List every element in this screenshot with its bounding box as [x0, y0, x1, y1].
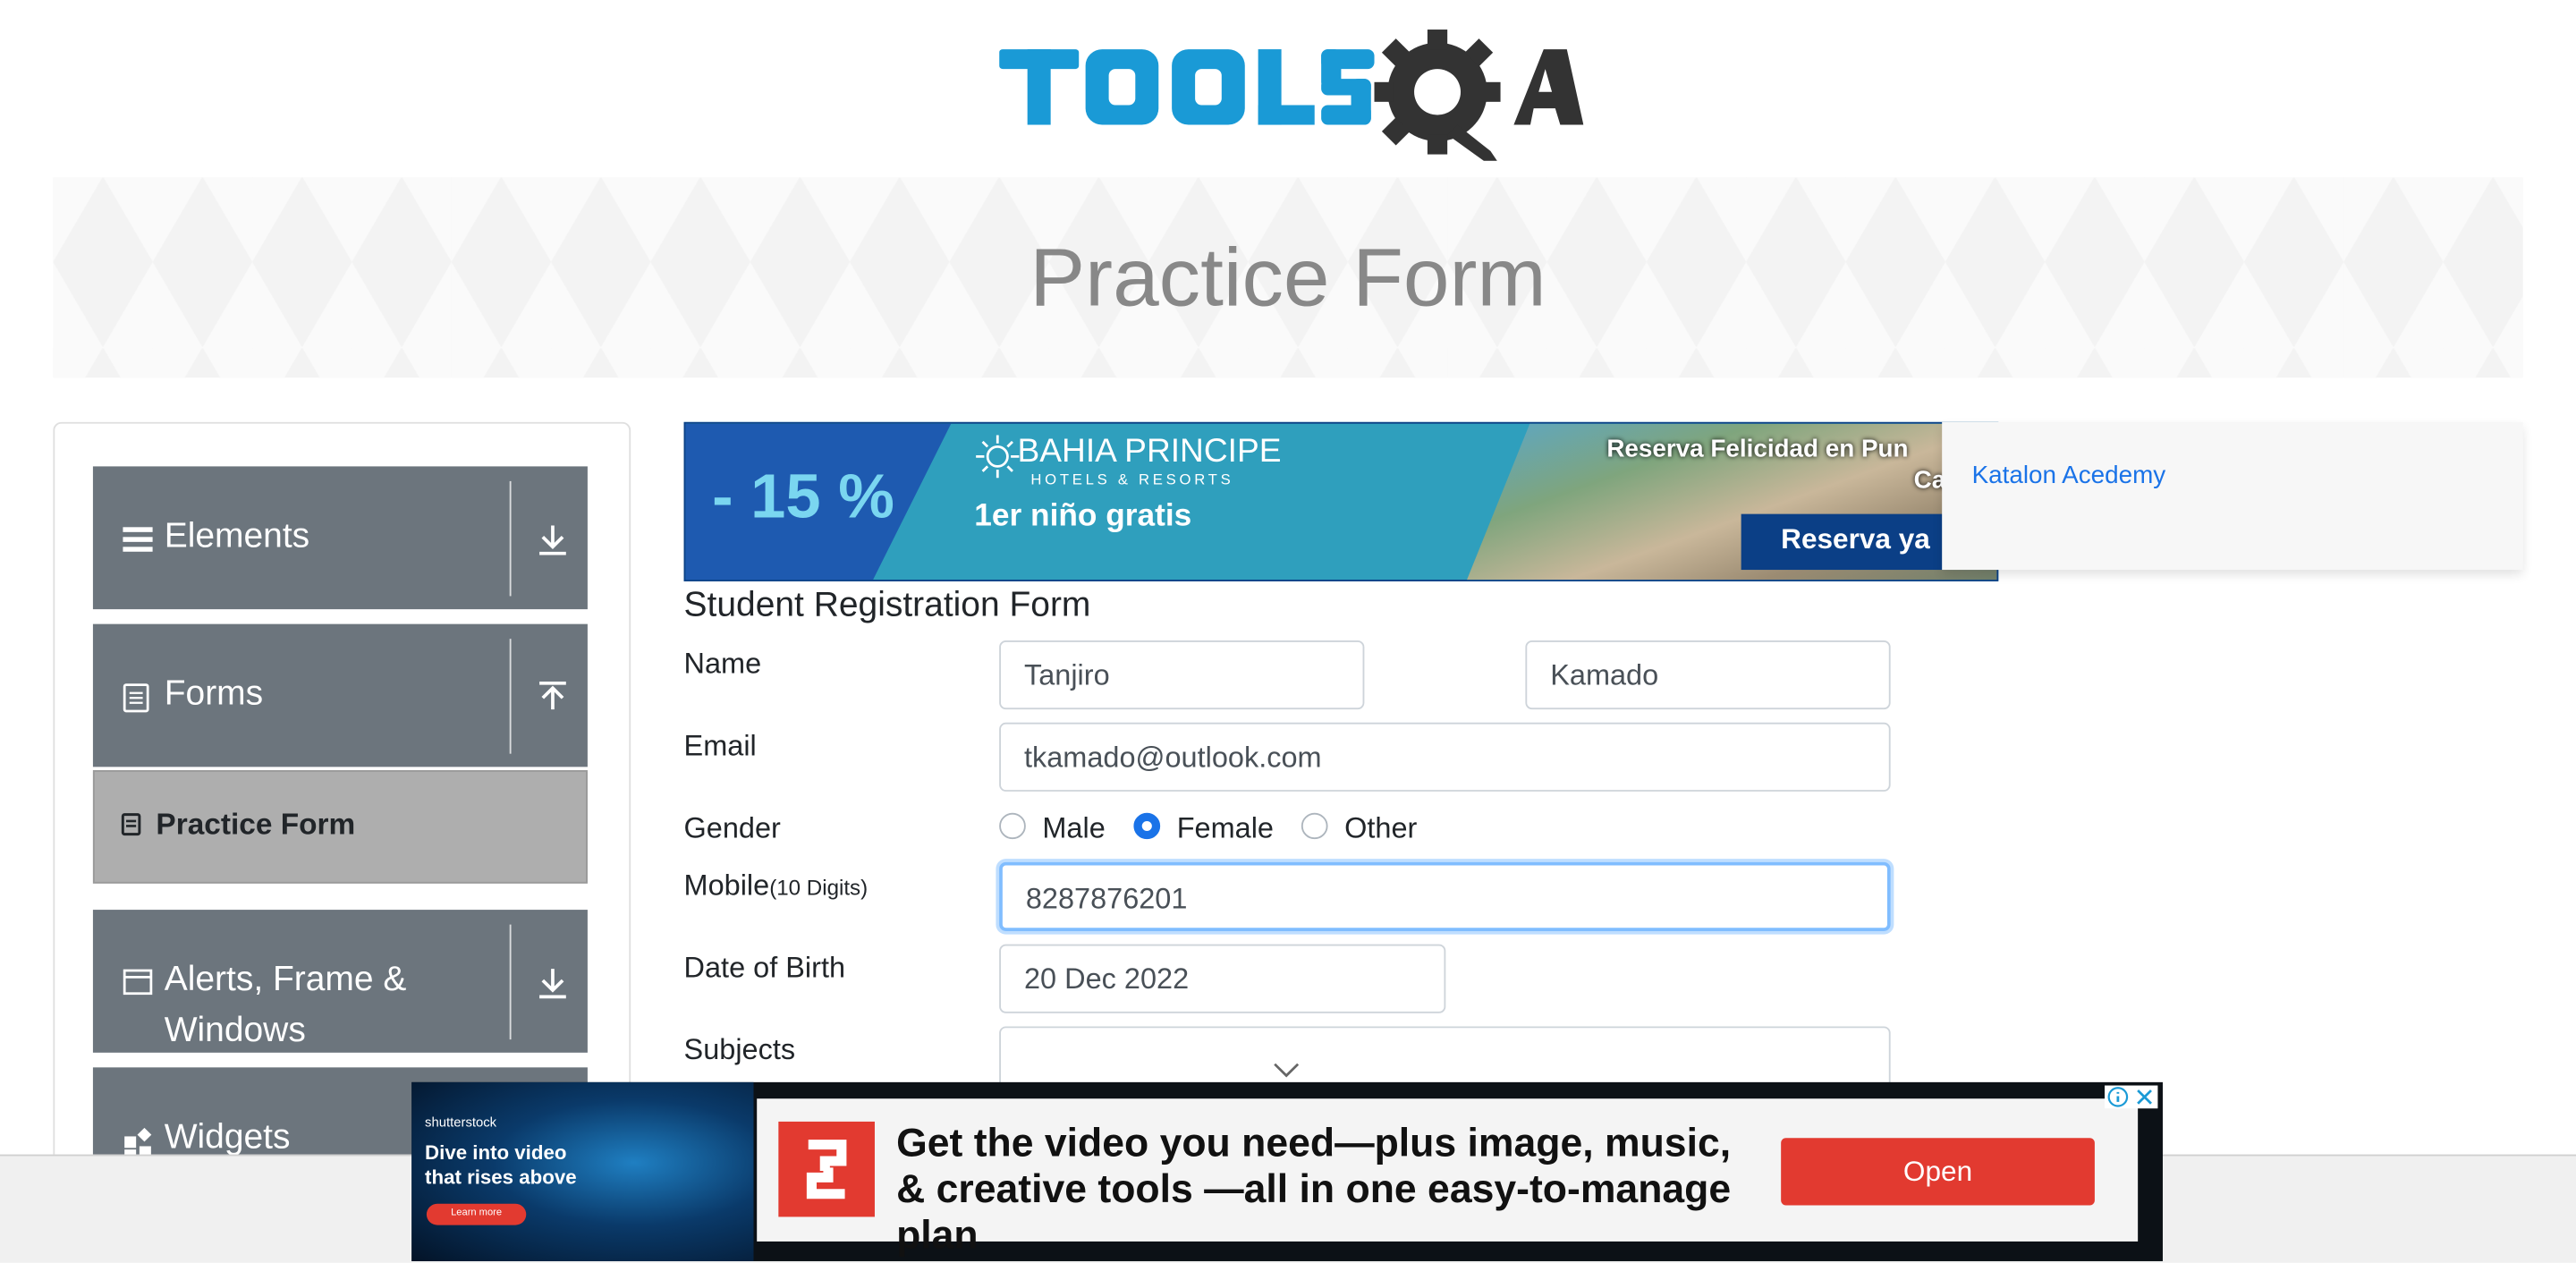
toolsqa-logo[interactable]: [999, 30, 1584, 161]
date-of-birth-input[interactable]: 20 Dec 2022: [999, 944, 1446, 1013]
ad-brand: shutterstock: [425, 1115, 497, 1131]
first-name-input[interactable]: Tanjiro: [999, 640, 1365, 710]
sidebar-item-practice-form[interactable]: Practice Form: [92, 770, 588, 884]
name-label: Name: [683, 647, 762, 681]
shutterstock-ad[interactable]: shutterstock Dive into video that rises …: [411, 1081, 2163, 1261]
window-icon: [123, 969, 153, 1004]
gender-option-other[interactable]: Other: [1344, 811, 1417, 846]
mobile-hint: (10 Digits): [769, 875, 869, 901]
sidebar-group-elements[interactable]: Elements: [92, 466, 588, 610]
ad-discount: - 15 %: [712, 462, 894, 532]
ad-diver-image: shutterstock Dive into video that rises …: [411, 1081, 754, 1261]
shutterstock-logo-icon: [778, 1121, 875, 1217]
sidebar-group-forms[interactable]: Forms: [92, 623, 588, 767]
document-icon: [123, 683, 149, 721]
download-arrow-icon: [538, 524, 567, 565]
sidebar-group-label: Alerts, Frame &: [164, 961, 407, 999]
divider: [509, 924, 512, 1040]
gender-radio-female[interactable]: [1133, 812, 1161, 840]
katalon-ad: Katalon Acedemy: [1942, 421, 2523, 571]
mobile-input[interactable]: 8287876201: [999, 861, 1891, 931]
ad-learn-more-button[interactable]: Learn more: [426, 1203, 527, 1225]
download-arrow-icon: [538, 967, 567, 1008]
upload-arrow-icon: [538, 681, 567, 723]
subjects-label: Subjects: [683, 1032, 796, 1066]
ad-brand-sub: HOTELS & RESORTS: [1030, 470, 1234, 488]
form-icon: [121, 813, 141, 844]
sidebar-group-alerts-frame-windows[interactable]: Alerts, Frame & Windows: [92, 910, 588, 1053]
email-label: Email: [683, 729, 757, 762]
divider: [509, 480, 512, 597]
sun-logo-icon: [974, 434, 1021, 488]
sidebar-group-label: Forms: [164, 674, 264, 713]
sidebar: Elements Forms Practice Form Alerts, Fra…: [53, 421, 631, 1182]
page-header-banner: Practice Form: [53, 177, 2523, 378]
ad-open-button[interactable]: Open: [1781, 1138, 2095, 1206]
ad-headline: Get the video you need—plus image, music…: [896, 1121, 1732, 1259]
gender-radio-male[interactable]: [999, 812, 1026, 840]
gender-radio-other[interactable]: [1301, 812, 1328, 840]
ad-tagline: Dive into video that rises above: [425, 1140, 577, 1190]
ad-brand: BAHIA PRINCIPE: [1017, 433, 1282, 470]
hamburger-icon: [123, 525, 153, 560]
divider: [509, 639, 512, 754]
form-title: Student Registration Form: [683, 586, 1091, 624]
sidebar-item-label: Practice Form: [156, 808, 356, 841]
hotel-ad-banner[interactable]: - 15 % BAHIA PRINCIPE HOTELS & RESORTS 1…: [683, 421, 1999, 581]
last-name-input[interactable]: Kamado: [1525, 640, 1891, 710]
gender-option-female[interactable]: Female: [1177, 811, 1274, 846]
ad-panel: Get the video you need—plus image, music…: [757, 1098, 2139, 1258]
katalon-link[interactable]: Katalon Acedemy: [1972, 462, 2166, 489]
ad-choices-icon[interactable]: [2105, 1085, 2158, 1109]
ad-discount-panel: - 15 %: [685, 423, 952, 581]
mobile-label: Mobile(10 Digits): [683, 869, 869, 902]
page-title: Practice Form: [1030, 231, 1546, 324]
gender-option-male[interactable]: Male: [1042, 811, 1105, 846]
ad-promo: 1er niño gratis: [974, 499, 1192, 534]
dob-label: Date of Birth: [683, 950, 846, 984]
email-input[interactable]: tkamado@outlook.com: [999, 722, 1891, 792]
sidebar-group-label-line2: Windows: [164, 1011, 306, 1050]
gender-label: Gender: [683, 810, 781, 844]
ad-headline: Reserva Felicidad en Pun Ca: [1606, 435, 1946, 495]
sidebar-group-label: Elements: [164, 517, 310, 555]
